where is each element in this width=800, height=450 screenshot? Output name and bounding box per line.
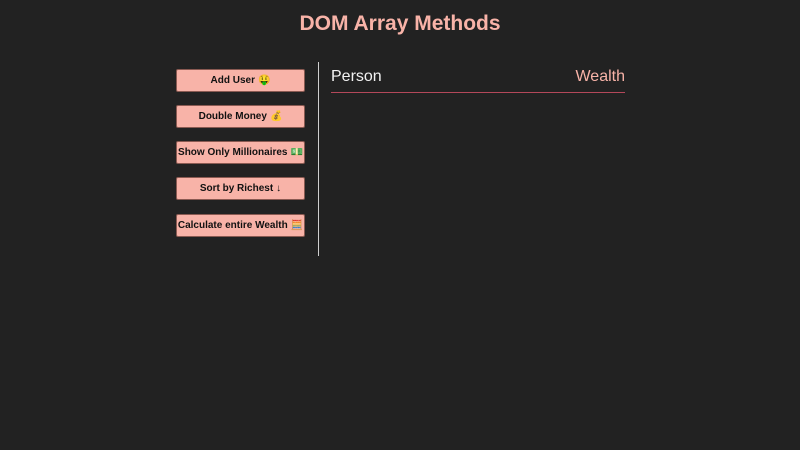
calculate-wealth-label: Calculate entire Wealth [177,220,288,231]
vertical-divider [318,62,319,256]
banknote-icon: 💵 [290,146,303,158]
double-money-label: Double Money [198,111,267,122]
page-title: DOM Array Methods [299,12,501,35]
add-user-button[interactable]: Add User 🤑 [176,69,305,92]
person-column-header: Person [331,68,382,85]
arrow-down-icon: ↓ [276,182,282,194]
money-face-icon: 🤑 [258,74,271,86]
wealth-column-header: Wealth [575,68,625,85]
money-bag-icon: 💰 [269,110,283,122]
abacus-icon: 🧮 [290,219,304,231]
sort-by-richest-label: Sort by Richest [199,183,274,194]
sort-by-richest-button[interactable]: Sort by Richest ↓ [176,177,305,200]
calculate-wealth-button[interactable]: Calculate entire Wealth 🧮 [176,214,305,237]
show-millionaires-button[interactable]: Show Only Millionaires 💵 [176,141,305,164]
table-header: Person Wealth [331,68,625,93]
show-millionaires-label: Show Only Millionaires [178,147,288,158]
add-user-label: Add User [210,75,255,86]
double-money-button[interactable]: Double Money 💰 [176,105,305,128]
